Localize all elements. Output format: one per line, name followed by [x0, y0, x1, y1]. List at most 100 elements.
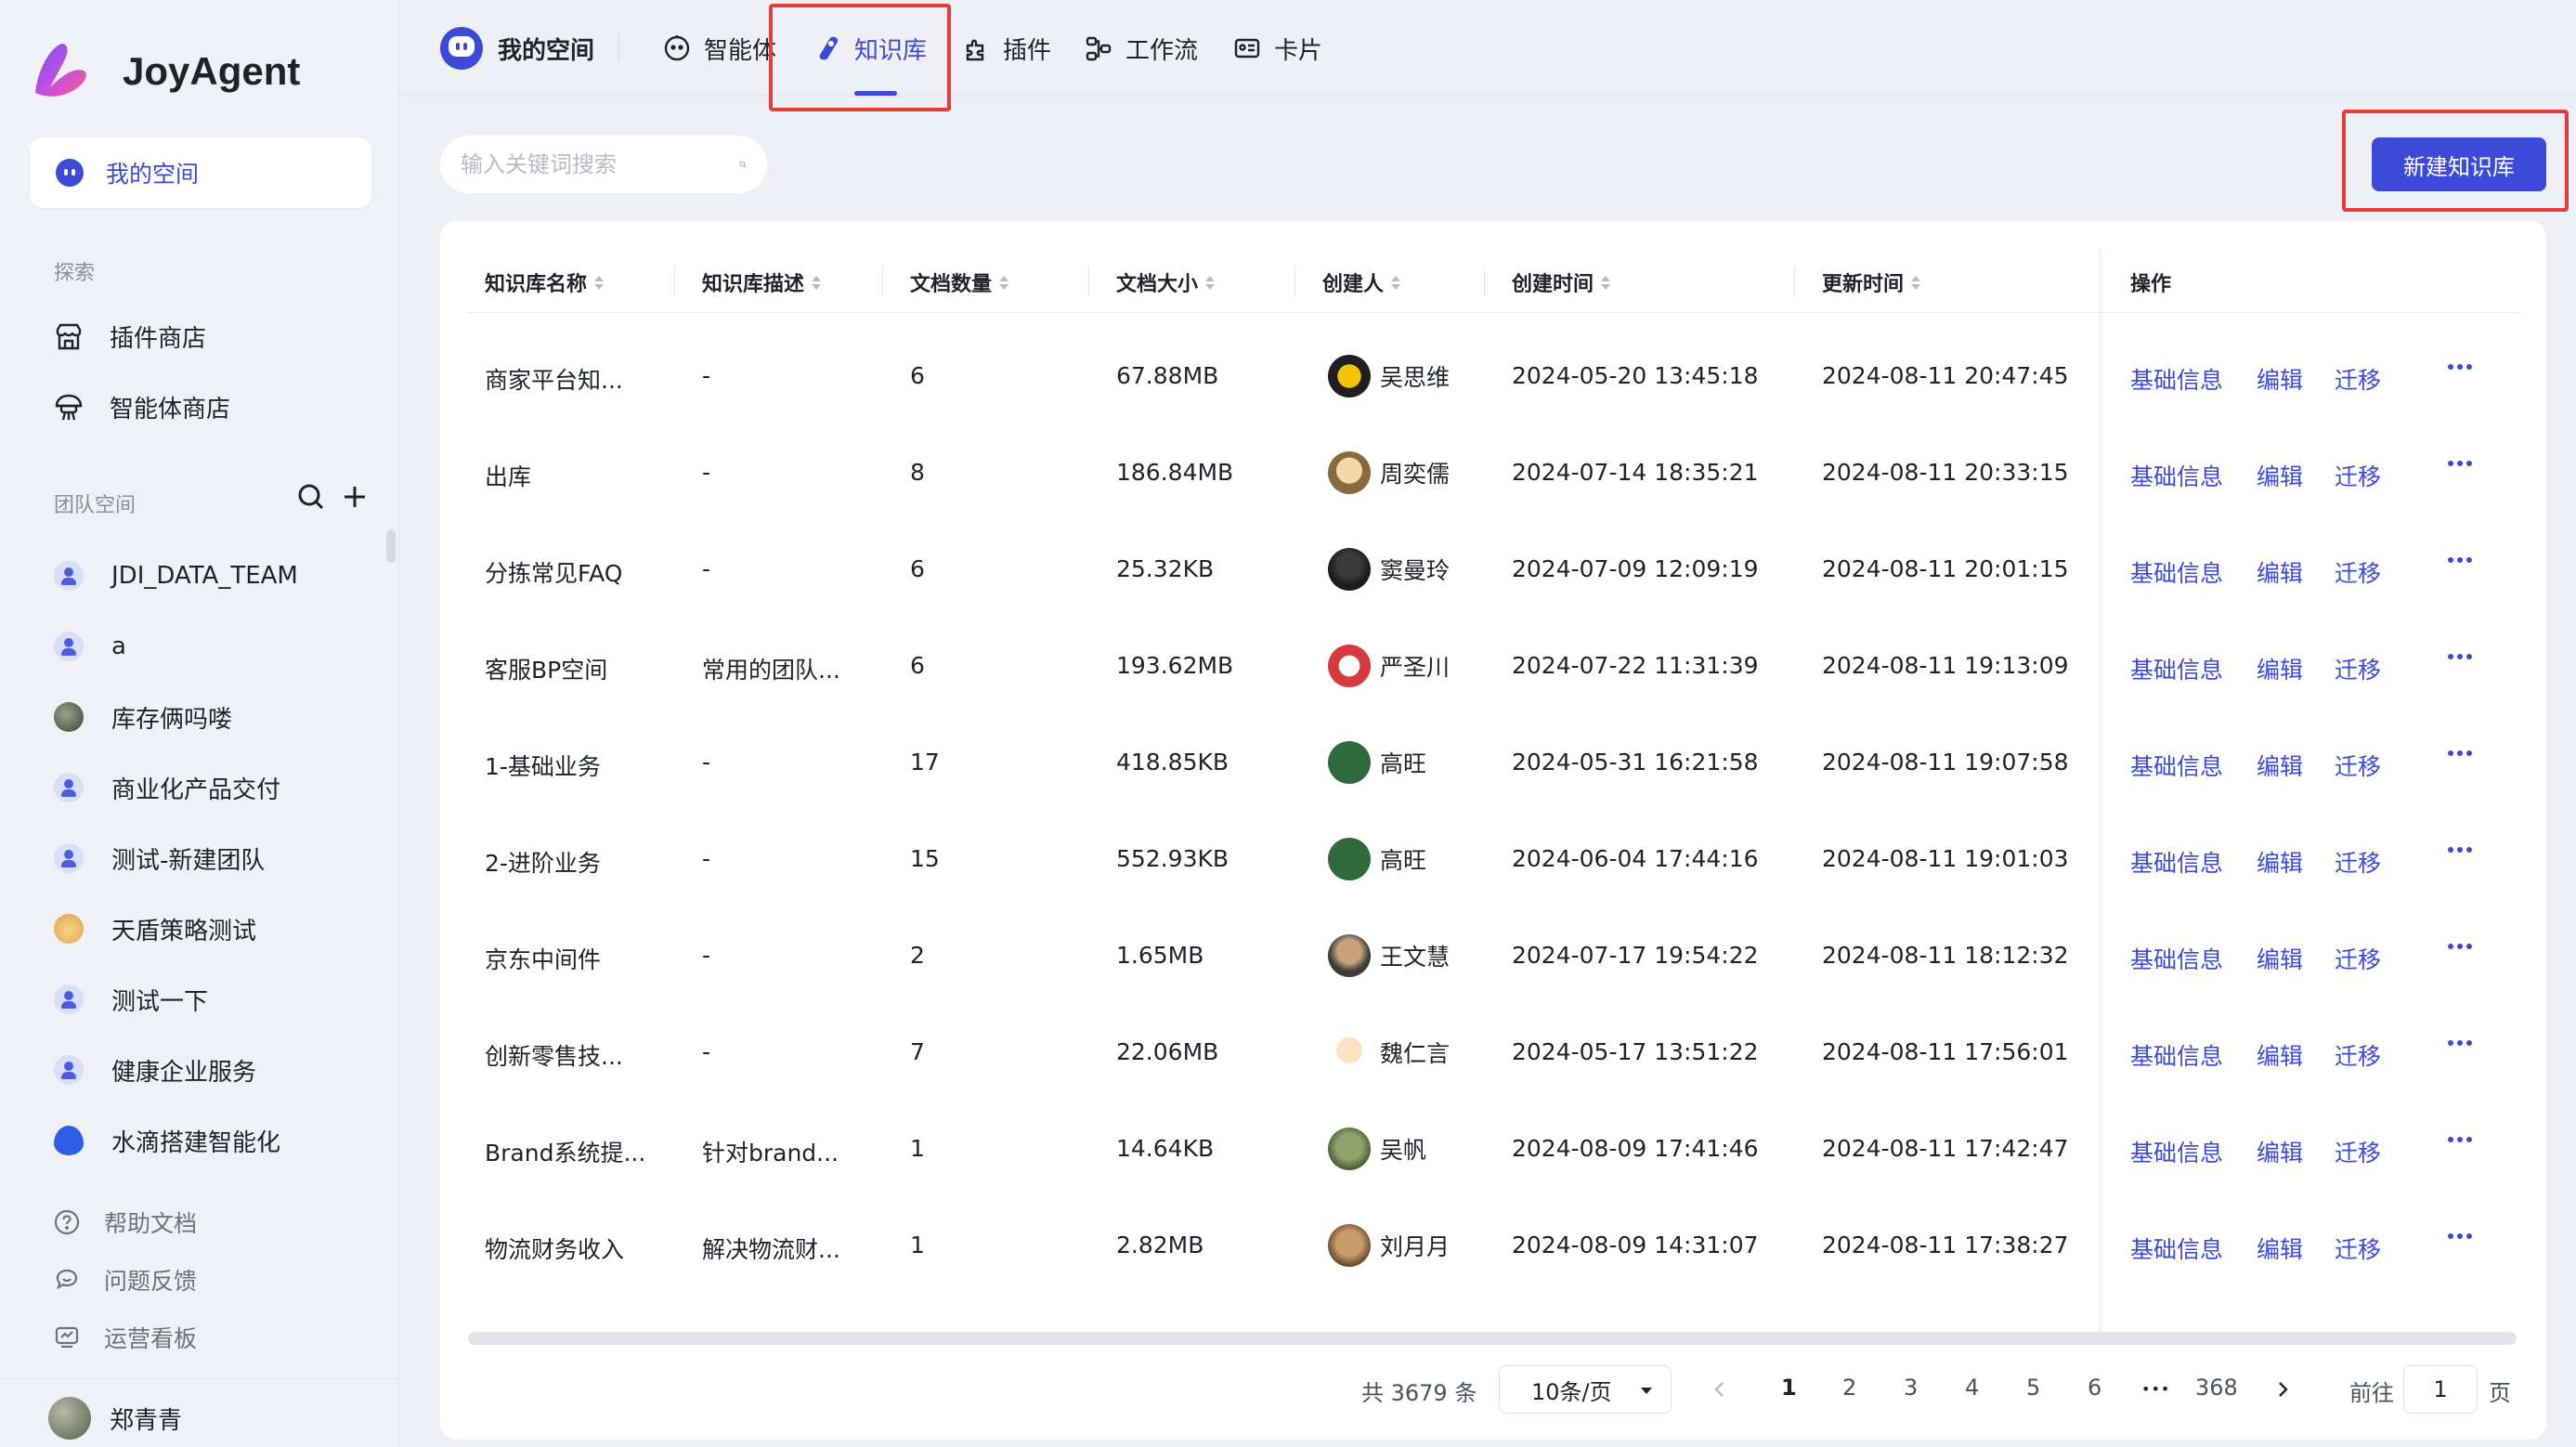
column-header-doc-count[interactable]: 文档数量	[910, 267, 1009, 297]
basic-info-link[interactable]: 基础信息	[2130, 459, 2223, 492]
table-row[interactable]: 分拣常见FAQ - 6 25.32KB 2024-07-09 12:09:19 2024-…	[0, 528, 2576, 613]
page-number-4[interactable]: 4	[1965, 1375, 1979, 1401]
table-row[interactable]: 1-基础业务 - 17 418.85KB 2024-05-31 16:21:58 2024…	[0, 721, 2576, 806]
more-actions-icon[interactable]	[2448, 1137, 2472, 1142]
more-actions-icon[interactable]	[2448, 654, 2472, 659]
sort-icon[interactable]	[812, 275, 822, 290]
edit-link[interactable]: 编辑	[2257, 749, 2303, 782]
edit-link[interactable]: 编辑	[2257, 1135, 2303, 1168]
more-actions-icon[interactable]	[2448, 1233, 2472, 1239]
kb-name: 出库	[485, 463, 532, 490]
migrate-link[interactable]: 迁移	[2335, 749, 2381, 782]
migrate-link[interactable]: 迁移	[2335, 845, 2381, 879]
basic-info-link[interactable]: 基础信息	[2130, 1232, 2223, 1265]
column-header-updated-time[interactable]: 更新时间	[1822, 267, 1921, 297]
doc-size: 2.82MB	[1116, 1232, 1204, 1258]
more-actions-icon[interactable]	[2448, 944, 2472, 949]
tab-agents[interactable]: 智能体	[663, 28, 776, 69]
sidebar-item-my-space[interactable]: 我的空间	[30, 137, 371, 208]
edit-link[interactable]: 编辑	[2257, 652, 2303, 685]
migrate-link[interactable]: 迁移	[2335, 942, 2381, 975]
basic-info-link[interactable]: 基础信息	[2130, 1135, 2223, 1168]
table-row[interactable]: 创新零售技... - 7 22.06MB 2024-05-17 13:51:22 2024…	[0, 1010, 2576, 1096]
basic-info-link[interactable]: 基础信息	[2130, 652, 2223, 685]
column-header-description[interactable]: 知识库描述	[702, 267, 822, 297]
tab-plugins[interactable]: 插件	[962, 28, 1051, 69]
tab-workflows[interactable]: 工作流	[1085, 28, 1198, 69]
table-row[interactable]: 客服BP空间 常用的团队... 6 193.62MB 2024-07-22 11:31:…	[0, 624, 2576, 710]
page-size-select[interactable]: 10条/页	[1499, 1365, 1672, 1414]
table-row[interactable]: 出库 - 8 186.84MB 2024-07-14 18:35:21 2024-08-1…	[0, 431, 2576, 516]
migrate-link[interactable]: 迁移	[2335, 459, 2381, 492]
current-user[interactable]: 郑青青	[48, 1397, 182, 1440]
page-number-2[interactable]: 2	[1842, 1375, 1856, 1401]
column-header-created-time[interactable]: 创建时间	[1512, 267, 1611, 297]
tab-my-space[interactable]: 我的空间	[440, 27, 594, 70]
sort-icon[interactable]	[1601, 275, 1611, 290]
basic-info-link[interactable]: 基础信息	[2130, 1038, 2223, 1072]
migrate-link[interactable]: 迁移	[2335, 362, 2381, 396]
updated-time: 2024-08-11 17:38:27	[1822, 1232, 2069, 1258]
horizontal-scrollbar[interactable]	[468, 1332, 2517, 1345]
next-page-icon[interactable]	[2275, 1380, 2290, 1399]
joyagent-logo-icon	[35, 44, 86, 97]
creator: 王文慧	[1328, 934, 1450, 977]
sort-icon[interactable]	[1391, 275, 1401, 290]
search-icon[interactable]	[739, 150, 747, 179]
page-number-6[interactable]: 6	[2088, 1375, 2101, 1401]
edit-link[interactable]: 编辑	[2257, 845, 2303, 879]
table-row[interactable]: 商家平台知... - 6 67.88MB 2024-05-20 13:45:18 2024…	[0, 334, 2576, 420]
migrate-link[interactable]: 迁移	[2335, 1135, 2381, 1168]
search-input[interactable]	[461, 151, 739, 177]
app-logo[interactable]: JoyAgent	[28, 39, 300, 104]
migrate-link[interactable]: 迁移	[2335, 1038, 2381, 1072]
sort-icon[interactable]	[1205, 275, 1216, 290]
page-number-3[interactable]: 3	[1904, 1375, 1918, 1401]
edit-link[interactable]: 编辑	[2257, 1038, 2303, 1072]
edit-link[interactable]: 编辑	[2257, 459, 2303, 492]
edit-link[interactable]: 编辑	[2257, 942, 2303, 975]
table-row[interactable]: 京东中间件 - 2 1.65MB 2024-07-17 19:54:22 2024-08-…	[0, 914, 2576, 999]
doc-size: 25.32KB	[1116, 555, 1215, 582]
table-row[interactable]: Brand系统提... 针对brand... 1 14.64KB 2024-08-09 …	[0, 1107, 2576, 1193]
column-header-doc-size[interactable]: 文档大小	[1116, 267, 1216, 297]
basic-info-link[interactable]: 基础信息	[2130, 942, 2223, 975]
page-number-last[interactable]: 368	[2195, 1375, 2238, 1401]
more-actions-icon[interactable]	[2448, 1040, 2472, 1046]
table-row[interactable]: 2-进阶业务 - 15 552.93KB 2024-06-04 17:44:16 2024…	[0, 817, 2576, 903]
more-actions-icon[interactable]	[2448, 557, 2472, 563]
column-header-name[interactable]: 知识库名称	[485, 267, 605, 297]
goto-page-input[interactable]	[2403, 1365, 2478, 1414]
more-actions-icon[interactable]	[2448, 364, 2472, 370]
tab-cards[interactable]: 卡片	[1233, 28, 1322, 69]
sidebar-item-ops-dashboard[interactable]: 运营看板	[54, 1321, 197, 1354]
sort-icon[interactable]	[1911, 275, 1921, 290]
more-actions-icon[interactable]	[2448, 750, 2472, 756]
column-header-creator[interactable]: 创建人	[1322, 267, 1401, 297]
basic-info-link[interactable]: 基础信息	[2130, 555, 2223, 589]
updated-time: 2024-08-11 19:07:58	[1822, 749, 2069, 776]
migrate-link[interactable]: 迁移	[2335, 1232, 2381, 1265]
sort-icon[interactable]	[999, 275, 1009, 290]
plugin-icon	[966, 39, 984, 61]
more-pages-ellipsis[interactable]: •••	[2141, 1380, 2170, 1398]
migrate-link[interactable]: 迁移	[2335, 652, 2381, 685]
page-number-5[interactable]: 5	[2026, 1375, 2040, 1401]
prev-page-icon[interactable]	[1712, 1380, 1727, 1399]
divider	[882, 266, 883, 297]
more-actions-icon[interactable]	[2448, 461, 2472, 466]
edit-link[interactable]: 编辑	[2257, 1232, 2303, 1265]
page-number-1[interactable]: 1	[1781, 1375, 1797, 1401]
basic-info-link[interactable]: 基础信息	[2130, 845, 2223, 879]
basic-info-link[interactable]: 基础信息	[2130, 749, 2223, 782]
edit-link[interactable]: 编辑	[2257, 362, 2303, 396]
tab-label: 卡片	[1274, 36, 1323, 65]
basic-info-link[interactable]: 基础信息	[2130, 362, 2223, 396]
more-actions-icon[interactable]	[2448, 847, 2472, 853]
kb-name: 商家平台知...	[485, 367, 623, 394]
table-row[interactable]: 物流财务收入 解决物流财... 1 2.82MB 2024-08-09 14:31:07…	[0, 1204, 2576, 1289]
divider	[0, 1378, 399, 1379]
edit-link[interactable]: 编辑	[2257, 555, 2303, 589]
sort-icon[interactable]	[594, 275, 605, 290]
migrate-link[interactable]: 迁移	[2335, 555, 2381, 589]
